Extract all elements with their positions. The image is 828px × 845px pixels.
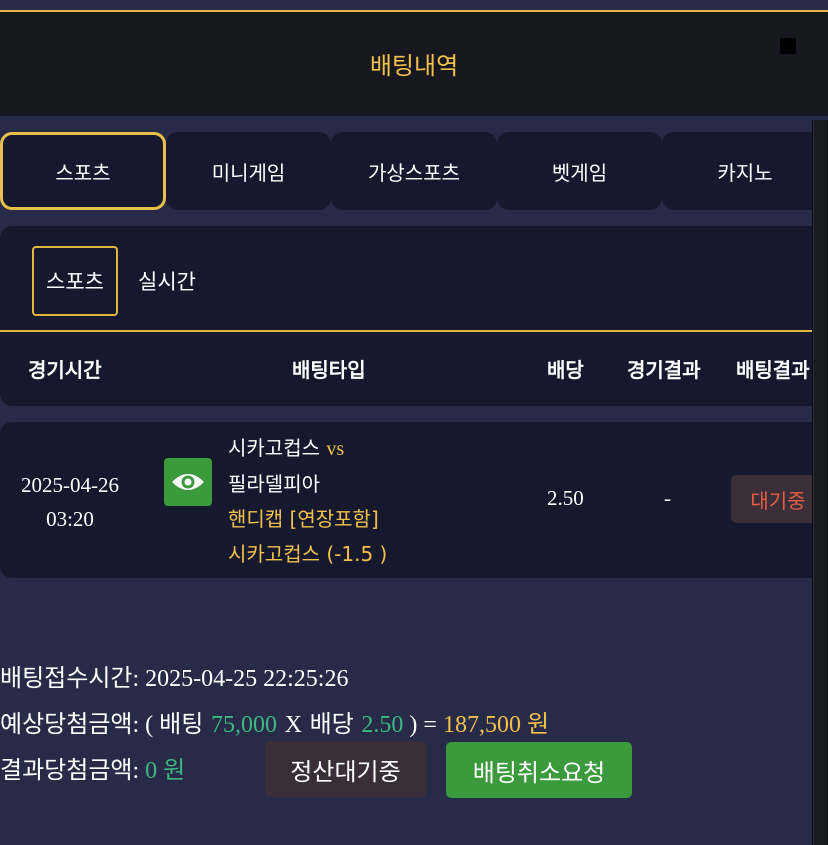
tab-casino[interactable]: 카지노 bbox=[662, 132, 828, 210]
subtab-panel: 스포츠 실시간 bbox=[0, 226, 828, 332]
expected-payout-amount: 187,500 원 bbox=[442, 712, 550, 738]
settle-pending-button[interactable]: 정산대기중 bbox=[265, 741, 426, 797]
subtab-sports[interactable]: 스포츠 bbox=[32, 246, 118, 316]
game-time: 03:20 bbox=[46, 507, 94, 531]
game-date: 2025-04-26 bbox=[21, 473, 119, 497]
view-details-eye-icon[interactable] bbox=[164, 458, 212, 506]
tab-sports[interactable]: 스포츠 bbox=[0, 132, 166, 210]
accept-time-label: 배팅접수시간 bbox=[0, 664, 133, 692]
expected-payout-label: 예상당첨금액 bbox=[0, 710, 133, 738]
market-type: 핸디캡 [연장포함] bbox=[228, 507, 379, 531]
game-result-value: - bbox=[664, 486, 671, 510]
home-team: 시카고컵스 bbox=[228, 436, 320, 460]
expected-payout-line: 예상당첨금액: ( 배팅 75,000 X 배당 2.50 ) = 187,50… bbox=[0, 710, 550, 738]
game-datetime: 2025-04-26 03:20 bbox=[0, 468, 140, 536]
vs-label: vs bbox=[326, 438, 345, 460]
table-row: 2025-04-26 03:20 bbox=[0, 422, 828, 578]
match-info: 시카고컵스 vs 필라델피아 핸디캡 [연장포함] 시카고컵스 (-1.5 ) bbox=[228, 431, 387, 572]
tab-virtual-sports[interactable]: 가상스포츠 bbox=[331, 132, 497, 210]
result-payout-line: 결과당첨금액: 0 원 bbox=[0, 756, 186, 784]
odds-value: 2.50 bbox=[547, 486, 584, 510]
odds-word: 배당 bbox=[309, 710, 354, 738]
status-badge: 대기중 bbox=[731, 475, 825, 523]
summary-odds: 2.50 bbox=[361, 712, 404, 738]
table-header: 경기시간 배팅타입 배당 경기결과 배팅결과 bbox=[0, 332, 828, 406]
scrollbar-thumb[interactable] bbox=[813, 120, 827, 845]
column-bet-type: 배팅타입 bbox=[292, 358, 366, 382]
page-title: 배팅내역 bbox=[369, 52, 459, 80]
bet-word: 배팅 bbox=[159, 710, 204, 738]
column-odds: 배당 bbox=[547, 358, 584, 382]
column-bet-result: 배팅결과 bbox=[736, 358, 810, 382]
column-game-time: 경기시간 bbox=[28, 358, 102, 382]
page-header: 배팅내역 bbox=[0, 10, 828, 116]
result-payout-amount: 0 원 bbox=[145, 758, 186, 784]
away-team: 필라델피아 bbox=[228, 472, 320, 496]
bet-pick: 시카고컵스 (-1.5 ) bbox=[228, 542, 388, 566]
result-payout-label: 결과당첨금액 bbox=[0, 756, 133, 784]
tab-minigame[interactable]: 미니게임 bbox=[166, 132, 331, 210]
multiply-sign: X bbox=[284, 712, 302, 738]
accept-time-value: 2025-04-25 22:25:26 bbox=[145, 666, 349, 692]
column-game-result: 경기결과 bbox=[627, 358, 701, 382]
tab-betgame[interactable]: 벳게임 bbox=[497, 132, 662, 210]
subtab-live[interactable]: 실시간 bbox=[130, 246, 204, 316]
bet-amount: 75,000 bbox=[210, 712, 277, 738]
close-icon[interactable] bbox=[780, 38, 796, 54]
cancel-request-button[interactable]: 배팅취소요청 bbox=[446, 742, 632, 798]
accept-time-line: 배팅접수시간: 2025-04-25 22:25:26 bbox=[0, 664, 349, 692]
